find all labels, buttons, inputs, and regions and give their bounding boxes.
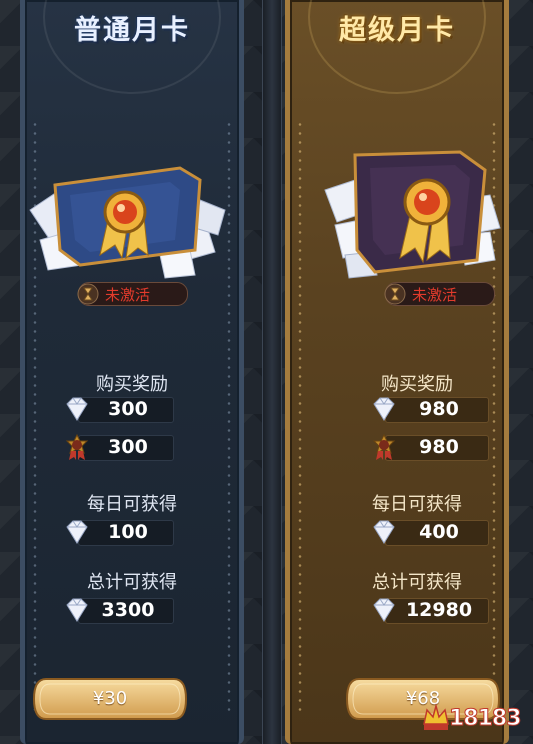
daily-diamond-row: 400 (369, 518, 489, 546)
daily-diamond-value: 400 (419, 521, 459, 543)
card-title: 普通月卡 (74, 15, 190, 46)
card-title: 超级月卡 (339, 15, 455, 46)
purchase-vip-row: 980 (369, 433, 489, 461)
total-label: 总计可获得 (372, 572, 462, 593)
purchase-reward-label: 购买奖励 (96, 374, 168, 395)
crown-icon (423, 703, 449, 730)
price-label: ¥30 (92, 688, 128, 709)
purchase-diamond-value: 980 (419, 398, 459, 420)
daily-diamond-value: 100 (108, 521, 148, 543)
status-text: 未激活 (105, 285, 151, 304)
normal-monthly-card-panel: 普通月卡 未激活 购买奖励 300 300 每日可获得 100 总计可获得 33… (20, 0, 244, 744)
super-monthly-card-panel: 超级月卡 未激活 购买奖励 980 980 每日可获得 400 总计可获得 12… (285, 0, 509, 744)
status-text: 未激活 (412, 285, 458, 304)
hourglass-icon (77, 283, 99, 305)
status-badge: 未激活 (384, 282, 495, 306)
total-diamond-value: 12980 (405, 599, 473, 621)
panel-divider (262, 0, 282, 744)
status-badge: 未激活 (77, 282, 188, 306)
card-medal-icon (324, 150, 501, 279)
purchase-vip-value: 300 (108, 436, 148, 458)
total-diamond-row: 3300 (62, 596, 174, 624)
purchase-vip-value: 980 (419, 436, 459, 458)
purchase-diamond-row: 980 (369, 395, 489, 423)
hourglass-icon (384, 283, 406, 305)
total-label: 总计可获得 (87, 572, 177, 593)
site-watermark-logo: 18183 (419, 700, 527, 740)
total-diamond-row: 12980 (369, 596, 489, 624)
buy-button[interactable]: ¥30 (32, 676, 188, 722)
purchase-diamond-value: 300 (108, 398, 148, 420)
daily-label: 每日可获得 (372, 494, 462, 515)
daily-label: 每日可获得 (87, 494, 177, 515)
purchase-vip-row: 300 (62, 433, 174, 461)
card-medal-icon (29, 166, 226, 279)
daily-diamond-row: 100 (62, 518, 174, 546)
purchase-diamond-row: 300 (62, 395, 174, 423)
purchase-reward-label: 购买奖励 (381, 374, 453, 395)
total-diamond-value: 3300 (101, 599, 155, 621)
watermark-text: 18183 (449, 706, 523, 732)
